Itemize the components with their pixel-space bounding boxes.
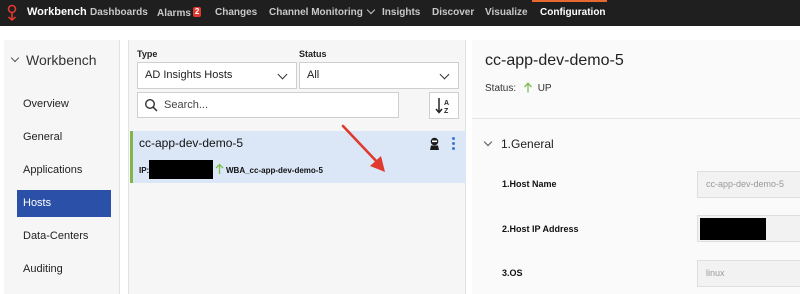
more-options-icon[interactable] xyxy=(452,137,456,151)
nav-insights[interactable]: Insights xyxy=(382,7,420,18)
type-select[interactable]: AD Insights Hosts xyxy=(137,62,297,89)
host-item-wba-name: WBA_cc-app-dev-demo-5 xyxy=(226,166,323,175)
status-select-value: All xyxy=(307,69,320,81)
type-filter-label: Type xyxy=(137,49,158,59)
host-detail-title: cc-app-dev-demo-5 xyxy=(485,52,624,69)
nav-changes[interactable]: Changes xyxy=(215,7,257,18)
sidebar-title[interactable]: Workbench xyxy=(10,52,97,68)
chevron-down-icon xyxy=(439,69,450,80)
sidebar-item-hosts[interactable]: Hosts xyxy=(17,190,111,217)
os-field[interactable]: linux xyxy=(697,260,800,287)
agent-icon xyxy=(430,137,439,150)
host-list-panel: Type AD Insights Hosts Status All A Z cc… xyxy=(128,40,466,294)
nav-configuration[interactable]: Configuration xyxy=(540,7,606,18)
sort-button[interactable]: A Z xyxy=(429,92,459,119)
alarms-count-badge: 2 xyxy=(192,7,202,17)
type-select-value: AD Insights Hosts xyxy=(145,69,233,81)
nav-channel-monitoring-label: Channel Monitoring xyxy=(269,7,363,18)
chevron-down-icon xyxy=(10,53,20,63)
annotation-arrow-icon xyxy=(341,124,385,172)
nav-visualize[interactable]: Visualize xyxy=(485,7,528,18)
host-item-ip-label: IP: xyxy=(139,166,150,175)
chevron-down-icon xyxy=(277,69,288,80)
redacted-ip-value xyxy=(149,160,213,179)
sort-alpha-icon: A Z xyxy=(435,98,449,115)
search-box xyxy=(137,92,399,118)
workbench-logo-icon[interactable] xyxy=(6,4,18,22)
status-filter-label: Status xyxy=(299,49,327,59)
sidebar-item-data-centers[interactable]: Data-Centers xyxy=(17,223,111,250)
chevron-down-icon xyxy=(366,5,376,15)
host-list-item[interactable]: cc-app-dev-demo-5 IP: WBA_cc-app-dev-dem… xyxy=(130,131,466,183)
nav-alarms[interactable]: Alarms 2 xyxy=(157,7,202,19)
top-navbar: Workbench Dashboards Alarms 2 Changes Cha… xyxy=(0,0,800,26)
host-detail-panel: cc-app-dev-demo-5 Status: UP 1.General 1… xyxy=(472,40,800,294)
sidebar-item-auditing[interactable]: Auditing xyxy=(17,256,111,283)
sidebar-title-label: Workbench xyxy=(26,52,97,68)
status-label: Status: xyxy=(485,83,517,94)
sidebar: Workbench Overview General Applications … xyxy=(4,40,120,294)
svg-text:A: A xyxy=(444,100,449,107)
host-name-label: 1.Host Name xyxy=(502,179,557,189)
svg-text:Z: Z xyxy=(444,108,449,115)
os-label: 3.OS xyxy=(502,268,523,278)
host-item-name: cc-app-dev-demo-5 xyxy=(139,136,244,150)
redacted-host-ip xyxy=(700,218,766,240)
status-value: UP xyxy=(537,83,552,94)
search-input[interactable] xyxy=(164,93,394,117)
up-arrow-icon xyxy=(523,82,532,93)
nav-channel-monitoring[interactable]: Channel Monitoring xyxy=(269,5,376,18)
nav-dashboards[interactable]: Dashboards xyxy=(90,7,148,18)
nav-discover[interactable]: Discover xyxy=(432,7,474,18)
status-select[interactable]: All xyxy=(299,62,459,89)
sidebar-item-applications[interactable]: Applications xyxy=(17,157,111,184)
active-tab-indicator xyxy=(532,0,607,2)
up-arrow-icon xyxy=(215,163,224,174)
divider xyxy=(472,118,800,119)
host-ip-label: 2.Host IP Address xyxy=(502,224,579,234)
chevron-down-icon xyxy=(483,137,493,147)
brand-name[interactable]: Workbench xyxy=(27,6,87,18)
nav-alarms-label: Alarms xyxy=(157,8,191,19)
section-general-label: 1.General xyxy=(501,137,554,151)
host-name-field[interactable]: cc-app-dev-demo-5 xyxy=(697,171,800,198)
sidebar-item-general[interactable]: General xyxy=(17,124,111,151)
host-status: Status: UP xyxy=(485,82,552,94)
sidebar-item-overview[interactable]: Overview xyxy=(17,91,111,118)
section-general-header[interactable]: 1.General xyxy=(483,137,554,151)
search-icon xyxy=(144,98,158,112)
